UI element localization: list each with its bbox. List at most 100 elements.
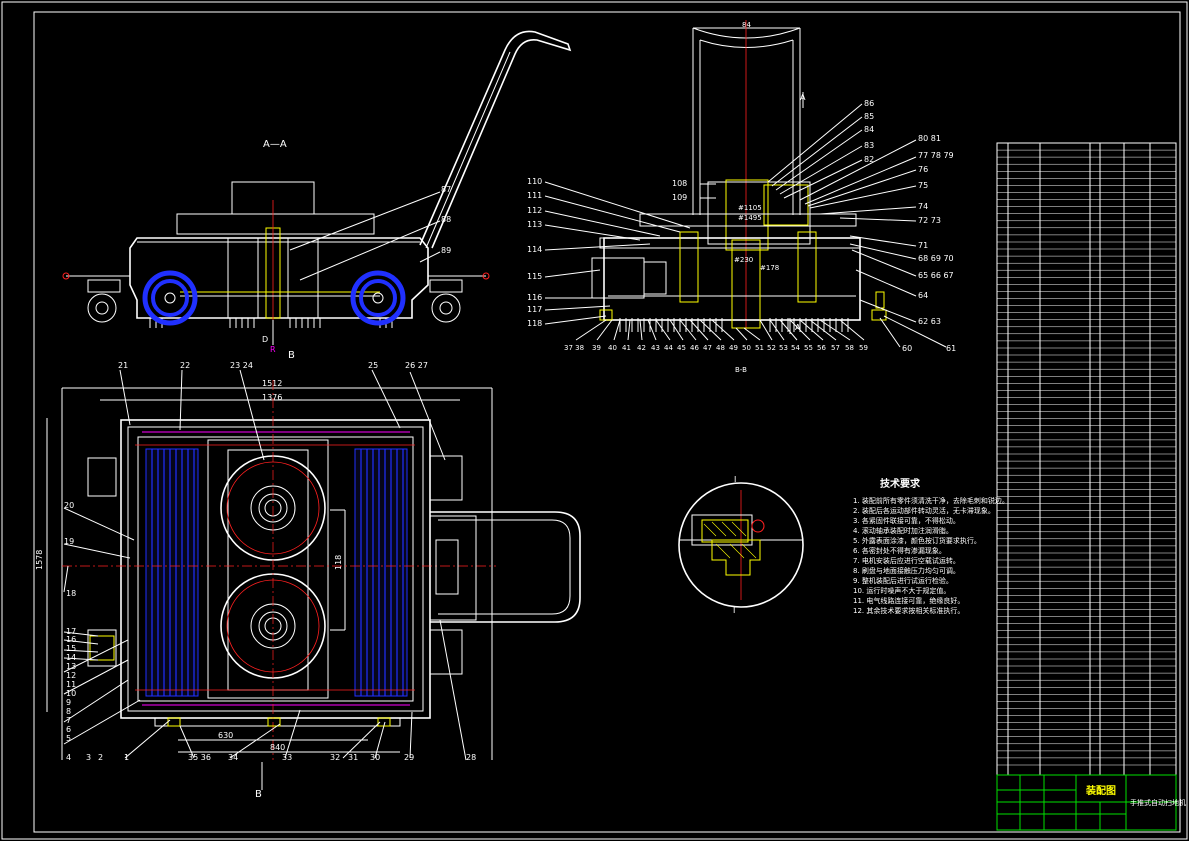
label-49: 49	[729, 344, 738, 352]
label-r: R	[270, 345, 276, 354]
label-88: 88	[441, 215, 451, 224]
product-name: 手推式自动扫地机	[1130, 798, 1186, 807]
label-35-36: 35 36	[188, 753, 211, 762]
label-52: 52	[767, 344, 776, 352]
label-59: 59	[859, 344, 868, 352]
dim-1578: 1578	[35, 550, 44, 570]
right-roller-brush	[354, 448, 408, 697]
label-9: 9	[66, 698, 71, 707]
tech-req-8: 8. 刷盘与地面接触压力均匀可调。	[853, 566, 960, 575]
label-37-38: 37 38	[564, 344, 584, 352]
label-82: 82	[864, 155, 874, 164]
label-23-24: 23 24	[230, 361, 253, 370]
svg-text:84: 84	[742, 21, 751, 29]
tech-req-9: 9. 整机装配后进行试运行检验。	[853, 576, 953, 585]
label-34: 34	[228, 753, 238, 762]
label-115: 115	[527, 272, 542, 281]
technical-requirements: 技术要求 1. 装配前所有零件须清洗干净，去除毛刺和锐边。 2. 装配后各运动部…	[853, 477, 1009, 615]
label-116: 116	[527, 293, 542, 302]
label-62-63: 62 63	[918, 317, 941, 326]
label-85: 85	[864, 112, 874, 121]
label-57: 57	[831, 344, 840, 352]
label-72-73: 72 73	[918, 216, 941, 225]
label-43: 43	[651, 344, 660, 352]
label-4: 4	[66, 753, 71, 762]
label-108: 108	[672, 179, 687, 188]
tech-req-6: 6. 各密封处不得有渗漏现象。	[853, 546, 946, 555]
label-61: 61	[946, 344, 956, 353]
svg-text:I: I	[733, 606, 735, 615]
label-6: 6	[66, 725, 71, 734]
label-80-81: 80 81	[918, 134, 941, 143]
label-26-27: 26 27	[405, 361, 428, 370]
label-d: D	[262, 335, 268, 344]
label-65-66-67: 65 66 67	[918, 271, 954, 280]
label-25: 25	[368, 361, 378, 370]
tech-req-5: 5. 外露表面涂漆，颜色按订货要求执行。	[853, 536, 981, 545]
label-50: 50	[742, 344, 751, 352]
label-74: 74	[918, 202, 928, 211]
label-21: 21	[118, 361, 128, 370]
label-64: 64	[918, 291, 928, 300]
label-84: 84	[864, 125, 874, 134]
label-117: 117	[527, 305, 542, 314]
label-76: 76	[918, 165, 928, 174]
svg-text:#178: #178	[760, 264, 779, 272]
svg-text:#1495: #1495	[738, 214, 762, 222]
label-12: 12	[66, 671, 76, 680]
label-46: 46	[690, 344, 699, 352]
section-mark-b-bottom: B	[255, 789, 262, 800]
tech-req-1: 1. 装配前所有零件须清洗干净，去除毛刺和锐边。	[853, 496, 1009, 505]
lower-disc-brush	[220, 573, 326, 679]
label-28: 28	[466, 753, 476, 762]
parts-list-table	[996, 142, 1177, 776]
label-110: 110	[527, 177, 542, 186]
section-mark-b-top: B	[288, 350, 295, 361]
label-31: 31	[348, 753, 358, 762]
left-roller-brush	[145, 448, 199, 697]
tech-req-2: 2. 装配后各运动部件转动灵活，无卡滞现象。	[853, 506, 995, 515]
label-113: 113	[527, 220, 542, 229]
label-112: 112	[527, 206, 542, 215]
label-48: 48	[716, 344, 725, 352]
dim-840: 840	[270, 743, 285, 752]
label-42: 42	[637, 344, 646, 352]
label-51: 51	[755, 344, 764, 352]
label-45: 45	[677, 344, 686, 352]
detail-view-i: I I	[678, 475, 804, 615]
bb-section-view: 84 A #1105 #1495 #230 #178 A 110 111 112…	[527, 20, 956, 374]
label-33: 33	[282, 753, 292, 762]
title-block: 装配图 手推式自动扫地机	[996, 774, 1186, 831]
tech-req-10: 10. 运行时噪声不大于规定值。	[853, 586, 950, 595]
label-89: 89	[441, 246, 451, 255]
label-53: 53	[779, 344, 788, 352]
label-111: 111	[527, 191, 542, 200]
drawing-name: 装配图	[1085, 784, 1116, 797]
dim-118: 118	[334, 555, 343, 570]
label-2: 2	[98, 753, 103, 762]
svg-text:#230: #230	[734, 256, 753, 264]
label-20: 20	[64, 501, 74, 510]
label-40: 40	[608, 344, 617, 352]
label-8: 8	[66, 707, 71, 716]
label-47: 47	[703, 344, 712, 352]
svg-text:#1105: #1105	[738, 204, 762, 212]
label-16: 16	[66, 635, 76, 644]
dim-630: 630	[218, 731, 233, 740]
side-section-view: A—A 87 88 89 D R	[62, 30, 572, 354]
label-7: 7	[66, 716, 71, 725]
tech-req-3: 3. 各紧固件联接可靠，不得松动。	[853, 516, 960, 525]
tech-req-title: 技术要求	[880, 477, 921, 490]
label-109: 109	[672, 193, 687, 202]
label-3: 3	[86, 753, 91, 762]
label-15: 15	[66, 644, 76, 653]
label-87: 87	[441, 185, 451, 194]
label-11: 11	[66, 680, 76, 689]
label-19: 19	[64, 537, 74, 546]
label-44: 44	[664, 344, 673, 352]
label-86: 86	[864, 99, 874, 108]
label-22: 22	[180, 361, 190, 370]
label-41: 41	[622, 344, 631, 352]
label-83: 83	[864, 141, 874, 150]
label-13: 13	[66, 662, 76, 671]
